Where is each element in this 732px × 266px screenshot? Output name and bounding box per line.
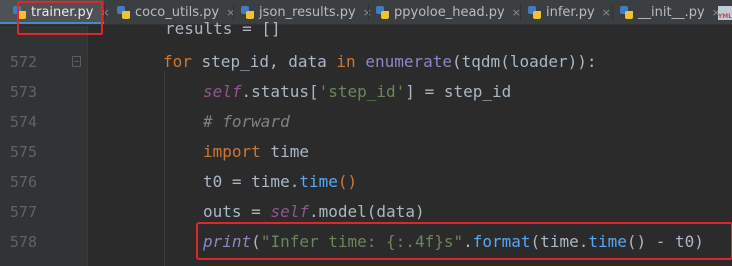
code-line-575: 575 import time	[0, 137, 732, 167]
highlight-box-tab	[17, 1, 103, 35]
code-text: t0 = time.time()	[203, 172, 358, 191]
line-number: 577	[9, 203, 37, 221]
fold-icon[interactable]	[72, 56, 81, 67]
code-text: for step_id, data in enumerate(tqdm(load…	[163, 52, 597, 71]
line-number: 573	[9, 83, 37, 101]
highlight-box-print-line	[196, 222, 732, 260]
line-number: 578	[9, 233, 37, 251]
code-line-572: 572 for step_id, data in enumerate(tqdm(…	[0, 47, 732, 77]
code-comment: # forward	[203, 112, 290, 131]
code-line-573: 573 self.status['step_id'] = step_id	[0, 77, 732, 107]
code-line-576: 576 t0 = time.time()	[0, 167, 732, 197]
code-line-partial: results = []	[165, 19, 281, 38]
code-line-574: 574 # forward	[0, 107, 732, 137]
code-text: self.status['step_id'] = step_id	[203, 82, 512, 101]
line-number: 574	[9, 113, 37, 131]
line-number: 572	[9, 53, 37, 71]
code-text: import time	[203, 142, 309, 161]
line-number: 575	[9, 143, 37, 161]
line-number: 576	[9, 173, 37, 191]
